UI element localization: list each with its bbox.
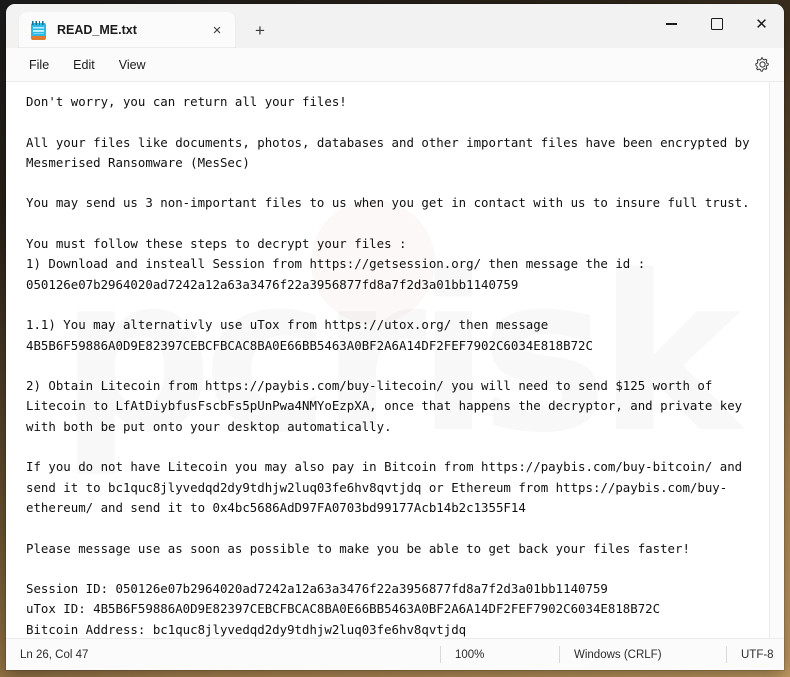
settings-button[interactable] xyxy=(748,51,776,78)
menu-item-view[interactable]: View xyxy=(108,53,157,77)
vertical-scrollbar[interactable] xyxy=(769,82,784,638)
menu-item-file[interactable]: File xyxy=(18,53,60,77)
editor-area[interactable]: pcrisk Don't worry, you can return all y… xyxy=(6,82,784,638)
status-cursor-position: Ln 26, Col 47 xyxy=(20,648,89,661)
maximize-button[interactable] xyxy=(694,4,739,44)
close-window-button[interactable]: ✕ xyxy=(739,4,784,44)
new-tab-icon[interactable]: + xyxy=(244,14,276,46)
notepad-icon xyxy=(30,20,47,40)
status-zoom-level[interactable]: 100% xyxy=(440,646,559,663)
menu-bar: File Edit View xyxy=(6,48,784,82)
status-bar: Ln 26, Col 47 100% Windows (CRLF) UTF-8 xyxy=(6,638,784,670)
title-bar[interactable]: READ_ME.txt × + ✕ xyxy=(6,4,784,48)
notepad-window: READ_ME.txt × + ✕ File Edit View pcrisk … xyxy=(6,4,784,670)
gear-icon xyxy=(754,57,769,72)
note-text: Don't worry, you can return all your fil… xyxy=(26,94,750,637)
minimize-icon xyxy=(666,23,677,25)
text-content[interactable]: Don't worry, you can return all your fil… xyxy=(6,82,784,638)
caption-buttons: ✕ xyxy=(649,4,784,44)
maximize-icon xyxy=(710,18,723,30)
status-encoding[interactable]: UTF-8 xyxy=(726,646,784,663)
tab-strip: READ_ME.txt × + xyxy=(6,4,276,48)
tab-label: READ_ME.txt xyxy=(57,23,137,37)
minimize-button[interactable] xyxy=(649,4,694,44)
close-icon: ✕ xyxy=(755,14,768,33)
status-line-ending[interactable]: Windows (CRLF) xyxy=(559,646,726,663)
close-tab-icon[interactable]: × xyxy=(204,17,230,43)
tab-read-me[interactable]: READ_ME.txt × xyxy=(18,12,236,48)
menu-item-edit[interactable]: Edit xyxy=(62,53,106,77)
